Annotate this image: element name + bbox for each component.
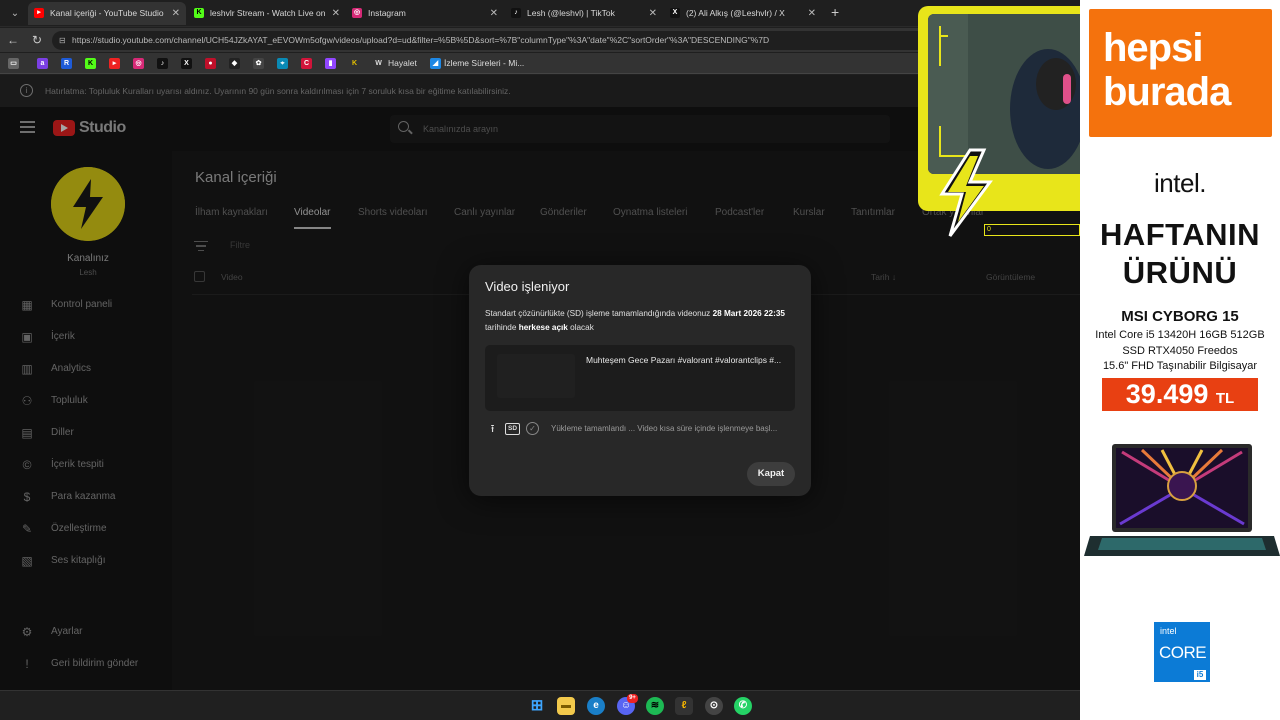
twitch-icon[interactable]: ▮ [325,58,336,69]
kick-icon[interactable]: K [85,58,96,69]
status-text: Yükleme tamamlandı ... Video kısa süre i… [551,424,778,433]
tab-label: Kanal içeriği - YouTube Studio [50,8,164,18]
edge-icon[interactable]: e [587,697,605,715]
message-prefix: Standart çözünürlükte (SD) işleme tamaml… [485,309,713,318]
spec-line: Intel Core i5 13420H 16GB 512GB [1095,329,1265,341]
bookmark-icon[interactable]: ● [205,58,216,69]
close-icon[interactable]: ✕ [490,2,498,25]
price-currency: TL [1215,390,1235,407]
bookmark-izleme-sureleri[interactable]: İzleme Süreleri - Mi... [444,56,524,71]
video-title: Muhteşem Gece Pazarı #valorant #valorant… [586,355,782,365]
file-explorer-icon[interactable]: ▬ [557,697,575,715]
visibility-label: herkese açık [518,322,568,332]
instagram-icon[interactable]: ◎ [133,58,144,69]
ad-headline: HAFTANIN ÜRÜNÜ [1080,216,1280,292]
headline-line-1: HAFTANIN [1099,217,1261,252]
bookmark-icon[interactable]: ◆ [229,58,240,69]
upload-icon: ⭱ [490,423,495,435]
whatsapp-icon[interactable]: ✆ [734,697,752,715]
tab-search-icon[interactable]: ⌄ [6,5,24,23]
tiktok-icon: ♪ [511,8,521,18]
kick-icon: K [194,8,204,18]
url-bar[interactable]: ⊟ https://studio.youtube.com/channel/UCH… [52,31,932,50]
url-text: https://studio.youtube.com/channel/UCH54… [72,35,770,45]
close-icon[interactable]: ✕ [808,2,816,25]
browser-tab-youtube-studio[interactable]: ▸ Kanal içeriği - YouTube Studio ✕ [28,2,186,25]
product-specs: Intel Core i5 13420H 16GB 512GB SSD RTX4… [1080,328,1280,375]
youtube-icon: ▸ [34,8,44,18]
bookmark-icon[interactable]: C [301,58,312,69]
browser-tab-x[interactable]: X (2) Ali Alkış (@Leshvlr) / X ✕ [664,2,822,25]
message-suffix: olacak [567,322,594,332]
intel-core-i5-badge: intel CORE i5 [1154,622,1210,682]
bookmark-icon[interactable]: ✿ [253,58,264,69]
browser-tab-instagram[interactable]: ◎ Instagram ✕ [346,2,504,25]
publish-date: 28 Mart 2026 22:35 [712,309,785,318]
brand-line-1: hepsi [1103,26,1203,70]
hepsiburada-logo: hepsi burada [1089,9,1272,137]
bookmark-icon[interactable]: ◢ [430,58,441,69]
x-icon: X [670,8,680,18]
instagram-icon: ◎ [352,8,362,18]
x-icon[interactable]: X [181,58,192,69]
site-info-icon[interactable]: ⊟ [59,31,66,50]
processing-dialog: Video işleniyor Standart çözünürlükte (S… [469,265,811,496]
bookmark-icon[interactable]: K [349,58,360,69]
spec-line: SSD RTX4050 Freedos [1122,344,1238,357]
video-thumbnail [497,354,575,398]
app-icon[interactable]: ℓ [675,697,693,715]
notification-badge: 9+ [627,694,638,703]
tiktok-icon[interactable]: ♪ [157,58,168,69]
taskbar: ⊞ ▬ e ☺ 9+ ≋ ℓ ⊙ ✆ [0,690,1080,720]
tab-label: Instagram [368,8,406,18]
bookmark-icon[interactable]: W [373,58,384,69]
advertisement-panel[interactable]: hepsi burada intel. HAFTANIN ÜRÜNÜ MSI C… [1080,0,1280,720]
back-icon[interactable]: ← [5,32,21,48]
browser-tab-tiktok[interactable]: ♪ Lesh (@leshvl) | TikTok ✕ [505,2,663,25]
sd-icon: SD [505,423,520,435]
close-icon[interactable]: ✕ [172,2,180,25]
tab-label: (2) Ali Alkış (@Leshvlr) / X [686,8,785,18]
close-icon[interactable]: ✕ [649,2,657,25]
windows-start-icon[interactable]: ⊞ [528,697,546,715]
video-card: Muhteşem Gece Pazarı #valorant #valorant… [485,345,795,411]
laptop-image [1084,444,1280,556]
browser-tab-kick[interactable]: K leshvlr Stream - Watch Live on Kick ✕ [188,2,346,25]
tab-label: Lesh (@leshvl) | TikTok [527,8,615,18]
close-icon[interactable]: ✕ [332,2,340,25]
intel-logo: intel. [1154,168,1206,198]
bookmark-icon[interactable]: ⌖ [277,58,288,69]
reload-icon[interactable]: ↻ [29,32,45,48]
headline-line-2: ÜRÜNÜ [1122,255,1238,290]
spec-line: 15.6" FHD Taşınabilir Bilgisayar [1102,360,1258,372]
youtube-icon[interactable]: ▸ [109,58,120,69]
stream-counter: 0 [984,224,1080,236]
upload-status: ⭱ SD ✓ Yükleme tamamlandı ... Video kısa… [485,422,805,438]
message-mid: tarihinde [485,322,519,332]
close-button[interactable]: Kapat [747,462,795,486]
bookmark-icon[interactable]: R [61,58,72,69]
tab-label: leshvlr Stream - Watch Live on Kick [210,8,328,18]
badge-i5: i5 [1194,670,1206,680]
dialog-message: Standart çözünürlükte (SD) işleme tamaml… [485,307,805,334]
brand-line-2: burada [1103,70,1231,114]
bookmark-hayalet[interactable]: Hayalet [388,56,417,71]
bookmark-icon[interactable]: a [37,58,48,69]
spotify-icon[interactable]: ≋ [646,697,664,715]
product-name: MSI CYBORG 15 [1121,308,1239,325]
price-tag: 39.499 TL [1102,378,1258,411]
check-circle-icon: ✓ [526,422,539,435]
badge-intel: intel [1160,626,1177,636]
bookmark-icon[interactable]: ▭ [8,58,19,69]
new-tab-icon[interactable]: + [831,4,839,20]
badge-core: CORE [1159,643,1207,662]
dialog-title: Video işleniyor [485,279,570,294]
steam-icon[interactable]: ⊙ [705,697,723,715]
price-value: 39.499 [1125,379,1209,409]
